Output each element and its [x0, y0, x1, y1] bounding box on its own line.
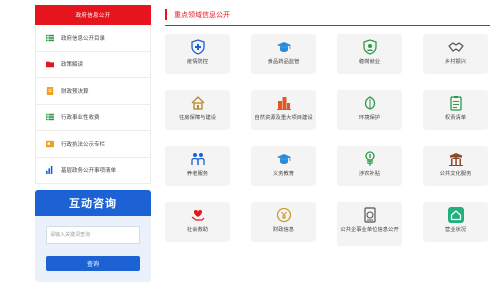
list-icon [46, 113, 54, 121]
tile-label: 乡村振兴 [444, 59, 467, 65]
section-header: 重点领域信息公开 [165, 8, 490, 26]
graduation-cap-icon [276, 151, 292, 167]
tile-environment[interactable]: 环境保护 [337, 90, 402, 130]
tile-fiscal-info[interactable]: 财政信息 [251, 202, 316, 242]
tile-natural-resources[interactable]: 自然资源及重大项目建设 [251, 90, 316, 130]
tile-business-status[interactable]: 营业状况 [423, 202, 488, 242]
shield-badge-icon [362, 39, 378, 55]
card-icon [46, 140, 54, 148]
tile-label: 疫情防控 [186, 59, 209, 65]
leaf-icon [362, 95, 378, 111]
tile-public-culture[interactable]: 公共文化服务 [423, 146, 488, 186]
tile-housing[interactable]: 住房保障与建设 [165, 90, 230, 130]
medical-shield-icon [190, 39, 206, 55]
consult-search-input[interactable] [46, 226, 140, 244]
tile-label: 住房保障与建设 [178, 115, 217, 121]
app-house-icon [447, 207, 464, 223]
list-icon [46, 34, 54, 42]
tile-label: 公共文化服务 [439, 171, 472, 177]
section-title: 重点领域信息公开 [174, 12, 230, 19]
tile-label: 义务教育 [272, 171, 295, 177]
tile-rural[interactable]: 乡村振兴 [423, 34, 488, 74]
house-icon [190, 95, 206, 111]
query-button[interactable]: 查询 [46, 256, 140, 271]
sidebar-item-grassroots-list[interactable]: 基层政务公开事项清单 [36, 158, 150, 184]
graduation-cap-icon [276, 39, 292, 55]
sidebar-item-budget[interactable]: 财政预决算 [36, 78, 150, 105]
tile-label: 涉农补贴 [358, 171, 381, 177]
tile-elderly-care[interactable]: 养老服务 [165, 146, 230, 186]
tile-agri-subsidy[interactable]: 涉农补贴 [337, 146, 402, 186]
sidebar-item-policy[interactable]: 政策解读 [36, 52, 150, 78]
tile-label: 社会救助 [186, 227, 209, 233]
sidebar-list: 政府信息公开目录 政策解读 财政预决算 行政事业性收费 行政执法公示专栏 基层政… [35, 25, 151, 184]
sidebar-header: 政府信息公开 [35, 5, 151, 25]
buildings-icon [276, 95, 292, 111]
tile-label: 环境保护 [358, 115, 381, 121]
folder-icon [46, 60, 54, 68]
sidebar-item-label: 行政事业性收费 [61, 115, 100, 122]
tile-label: 养老服务 [186, 171, 209, 177]
heart-hands-icon [190, 207, 206, 223]
document-icon [46, 86, 54, 95]
sidebar-item-label: 行政执法公示专栏 [61, 141, 106, 148]
clipboard-icon [448, 95, 464, 111]
tile-employment[interactable]: 稳岗就业 [337, 34, 402, 74]
tile-label: 公共企事业单位信息公开 [340, 227, 399, 233]
tile-label: 稳岗就业 [358, 59, 381, 65]
tile-label: 营业状况 [444, 227, 467, 233]
consult-panel: 互动咨询 查询 [35, 190, 151, 282]
handshake-icon [447, 39, 464, 55]
coin-icon [276, 207, 292, 223]
wheat-coin-icon [362, 151, 378, 167]
sidebar-item-label: 基层政务公开事项清单 [61, 168, 117, 175]
tile-label: 食品药品监管 [267, 59, 300, 65]
tile-compulsory-education[interactable]: 义务教育 [251, 146, 316, 186]
sidebar-item-label: 财政预决算 [61, 88, 89, 95]
sidebar: 政府信息公开 政府信息公开目录 政策解读 财政预决算 行政事业性收费 行政执法公… [35, 5, 151, 184]
elderly-people-icon [190, 151, 206, 167]
tile-label: 自然资源及重大项目建设 [254, 115, 313, 121]
sidebar-item-enforcement[interactable]: 行政执法公示专栏 [36, 131, 150, 158]
document-seal-icon [362, 207, 378, 223]
pavilion-icon [448, 151, 464, 167]
tile-food-drug[interactable]: 食品药品监管 [251, 34, 316, 74]
tile-power-list[interactable]: 权责清单 [423, 90, 488, 130]
sidebar-item-fees[interactable]: 行政事业性收费 [36, 105, 150, 131]
tile-label: 权责清单 [444, 115, 467, 121]
tile-epidemic[interactable]: 疫情防控 [165, 34, 230, 74]
tile-label: 财政信息 [272, 227, 295, 233]
sidebar-item-label: 政府信息公开目录 [61, 35, 106, 42]
sidebar-item-info-catalog[interactable]: 政府信息公开目录 [36, 25, 150, 52]
tile-social-assistance[interactable]: 社会救助 [165, 202, 230, 242]
tile-public-enterprise[interactable]: 公共企事业单位信息公开 [337, 202, 402, 246]
consult-title: 互动咨询 [35, 190, 151, 216]
tile-grid: 疫情防控 食品药品监管 稳岗就业 乡村振兴 住房保障与建设 自然资源及重大项目建… [165, 34, 490, 284]
sidebar-item-label: 政策解读 [61, 62, 84, 69]
title-accent-bar [165, 9, 167, 20]
bar-chart-icon [46, 166, 54, 175]
